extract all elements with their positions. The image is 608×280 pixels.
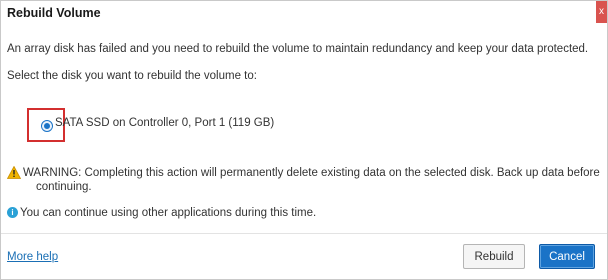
cancel-button[interactable]: Cancel xyxy=(539,244,595,269)
info-text: You can continue using other application… xyxy=(20,207,317,219)
disk-option[interactable]: SATA SSD on Controller 0, Port 1 (119 GB… xyxy=(27,108,387,142)
rebuild-volume-dialog: Rebuild Volume x An array disk has faile… xyxy=(0,0,608,280)
warning-triangle-icon xyxy=(7,166,21,179)
info-icon: i xyxy=(7,207,18,218)
rebuild-button[interactable]: Rebuild xyxy=(463,244,525,269)
failure-message: An array disk has failed and you need to… xyxy=(7,43,589,55)
close-button[interactable]: x xyxy=(596,1,607,23)
warning-text: WARNING: Completing this action will per… xyxy=(23,166,608,194)
footer-divider xyxy=(1,233,607,234)
title-bar: Rebuild Volume x xyxy=(1,1,607,25)
more-help-link[interactable]: More help xyxy=(7,251,58,263)
dialog-title: Rebuild Volume xyxy=(7,6,101,20)
warning-line-1: WARNING: Completing this action will per… xyxy=(23,167,600,179)
disk-option-label: SATA SSD on Controller 0, Port 1 (119 GB… xyxy=(55,117,275,129)
warning-line-2: continuing. xyxy=(36,181,92,193)
select-disk-prompt: Select the disk you want to rebuild the … xyxy=(7,70,257,82)
disk-radio-button[interactable] xyxy=(41,120,53,132)
